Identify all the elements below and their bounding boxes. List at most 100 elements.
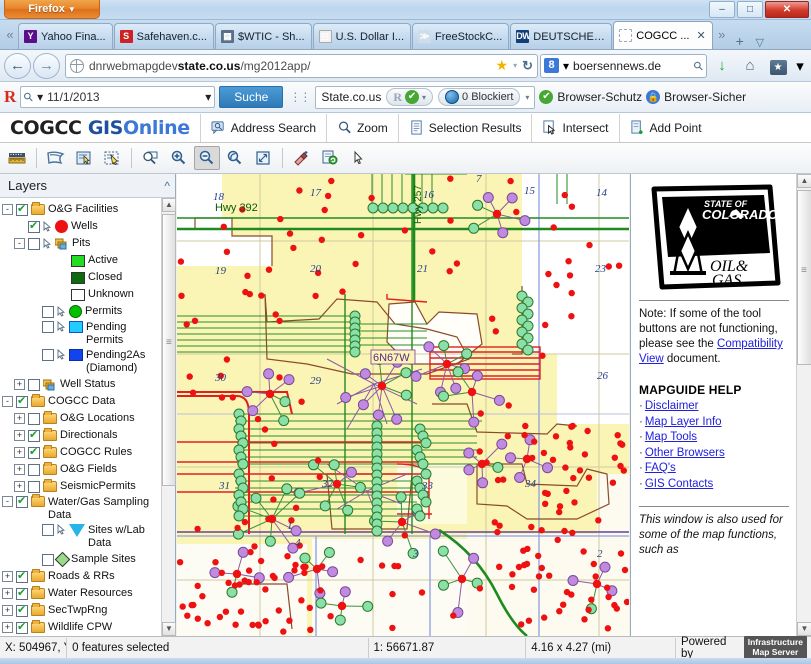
layer-node-wildlife-cpw[interactable]: +Wildlife CPW xyxy=(0,619,162,636)
scroll-down-button[interactable]: ▼ xyxy=(162,622,176,636)
layer-node-permits[interactable]: Permits xyxy=(0,303,162,320)
layer-node-seismicpermits[interactable]: +SeismicPermits xyxy=(0,478,162,495)
forward-button[interactable]: → xyxy=(33,53,60,79)
layer-visibility-checkbox[interactable] xyxy=(28,481,40,493)
tab-us-dollar-index[interactable]: ☷ U.S. Dollar I... xyxy=(313,23,411,49)
layer-node-o-g-locations[interactable]: +O&G Locations xyxy=(0,410,162,427)
tree-expander[interactable]: + xyxy=(14,430,25,441)
avira-search-input[interactable]: 11/1/2013 xyxy=(47,90,201,104)
search-icon[interactable]: ⚲ xyxy=(691,57,707,73)
layer-visibility-checkbox[interactable] xyxy=(28,379,40,391)
firefox-menu-button[interactable]: Firefox▼ xyxy=(4,0,100,19)
new-tab-button[interactable]: + xyxy=(730,33,750,49)
layer-visibility-checkbox[interactable] xyxy=(28,238,40,250)
bookmarks-caret[interactable]: ▾ xyxy=(793,57,807,75)
tab-safehaven[interactable]: S Safehaven.c... xyxy=(114,23,214,49)
layer-visibility-checkbox[interactable] xyxy=(16,204,28,216)
layer-node-sites-w-lab-data[interactable]: Sites w/Lab Data xyxy=(0,523,162,551)
layer-visibility-checkbox[interactable] xyxy=(42,321,54,333)
zoom-in-tool-button[interactable] xyxy=(166,146,192,170)
help-link-disclaimer[interactable]: Disclaimer xyxy=(645,400,699,412)
site-rating-pill[interactable]: R ✔ ▾ xyxy=(386,88,433,106)
buffer-tool-button[interactable] xyxy=(43,146,69,170)
layer-node-water-gas-sampling-data[interactable]: -Water/Gas Sampling Data xyxy=(0,495,162,523)
tree-expander[interactable]: + xyxy=(14,447,25,458)
layer-visibility-checkbox[interactable] xyxy=(42,524,54,536)
layer-node-sample-sites[interactable]: Sample Sites xyxy=(0,551,162,568)
home-icon[interactable]: ⌂ xyxy=(737,57,763,74)
select-within-tool-button[interactable] xyxy=(71,146,97,170)
layer-node-cogcc-rules[interactable]: +COGCC Rules xyxy=(0,444,162,461)
close-button[interactable]: ✕ xyxy=(765,1,809,18)
tabs-scroll-left-icon[interactable]: « xyxy=(2,21,18,49)
tree-expander[interactable]: + xyxy=(2,571,13,582)
avira-search-field[interactable]: ⚲ ▾ 11/1/2013 ▾ xyxy=(20,86,215,108)
tree-expander[interactable]: + xyxy=(2,588,13,599)
layer-node-pits[interactable]: -Pits xyxy=(0,235,162,252)
menu-zoom[interactable]: Zoom xyxy=(326,114,398,142)
scroll-up-button[interactable]: ▲ xyxy=(162,198,176,212)
help-link-map-layer-info[interactable]: Map Layer Info xyxy=(645,416,722,428)
help-link-other-browsers[interactable]: Other Browsers xyxy=(645,447,725,459)
menu-address-search[interactable]: Address Search xyxy=(200,114,326,142)
map-canvas[interactable]: 18 17 16 15 14 19 20 21 23 30 29 26 31 3… xyxy=(177,174,629,636)
layer-node-cogcc-data[interactable]: -COGCC Data xyxy=(0,393,162,410)
tree-expander[interactable]: + xyxy=(14,379,25,390)
chevron-down-icon[interactable]: ▾ xyxy=(37,90,43,104)
layer-node-sectwprng[interactable]: +SecTwpRng xyxy=(0,602,162,619)
tree-expander[interactable]: + xyxy=(14,413,25,424)
tab-wtic[interactable]: ▦ $WTIC - Sh... xyxy=(215,23,312,49)
select-polygon-tool-button[interactable] xyxy=(99,146,125,170)
downloads-icon[interactable]: ↓ xyxy=(709,57,735,74)
layer-node-directionals[interactable]: +Directionals xyxy=(0,427,162,444)
scrollbar-thumb[interactable] xyxy=(162,214,176,486)
layer-visibility-checkbox[interactable] xyxy=(28,447,40,459)
layer-visibility-checkbox[interactable] xyxy=(42,554,54,566)
zoom-previous-tool-button[interactable] xyxy=(222,146,248,170)
layer-visibility-checkbox[interactable] xyxy=(28,413,40,425)
layer-visibility-checkbox[interactable] xyxy=(16,588,28,600)
search-bar[interactable]: 8 ▾ boersennews.de ⚲ xyxy=(540,54,707,78)
layer-visibility-checkbox[interactable] xyxy=(28,464,40,476)
tree-expander[interactable]: + xyxy=(2,622,13,633)
back-button[interactable]: ← xyxy=(4,53,31,79)
zoom-out-tool-button[interactable] xyxy=(194,146,220,170)
zoom-extents-tool-button[interactable] xyxy=(250,146,276,170)
reload-icon[interactable]: ↻ xyxy=(522,58,533,74)
browser-security-label[interactable]: Browser-Sicher xyxy=(664,90,746,104)
measure-tool-button[interactable] xyxy=(4,146,30,170)
help-link-gis-contacts[interactable]: GIS Contacts xyxy=(645,478,713,490)
layer-visibility-checkbox[interactable] xyxy=(28,430,40,442)
scrollbar-thumb[interactable] xyxy=(797,190,811,365)
layer-node-unknown[interactable]: Unknown xyxy=(0,286,162,303)
chevron-down-icon[interactable]: ▾ xyxy=(513,61,517,70)
menu-add-point[interactable]: Add Point xyxy=(619,114,712,142)
scroll-down-button[interactable]: ▼ xyxy=(797,622,811,636)
layer-node-o-g-fields[interactable]: +O&G Fields xyxy=(0,461,162,478)
layers-scrollbar[interactable]: ▲ ▼ xyxy=(161,198,175,636)
layer-node-pending-permits[interactable]: Pending Permits xyxy=(0,320,162,348)
bookmarks-menu-button[interactable]: ★ xyxy=(765,57,791,75)
menu-selection-results[interactable]: Selection Results xyxy=(398,114,532,142)
layer-node-well-status[interactable]: +Well Status xyxy=(0,376,162,393)
tree-expander[interactable]: - xyxy=(2,496,13,507)
refresh-map-tool-button[interactable] xyxy=(317,146,343,170)
layer-node-pending2as-diamond[interactable]: Pending2As (Diamond) xyxy=(0,348,162,376)
tab-cogcc[interactable]: COGCC ... ✕ xyxy=(613,21,712,49)
layer-visibility-checkbox[interactable] xyxy=(16,396,28,408)
minimize-button[interactable]: – xyxy=(709,1,735,18)
tab-freestockcharts[interactable]: ≫ FreeStockC... xyxy=(412,23,509,49)
bookmark-star-icon[interactable]: ★ xyxy=(496,57,509,74)
menu-intersect[interactable]: Intersect xyxy=(531,114,618,142)
tree-expander[interactable]: + xyxy=(14,464,25,475)
chevron-down-icon[interactable]: ▾ xyxy=(422,93,426,102)
collapse-panel-icon[interactable]: ^ xyxy=(164,179,170,193)
layer-node-closed[interactable]: Closed xyxy=(0,269,162,286)
layer-visibility-checkbox[interactable] xyxy=(16,571,28,583)
help-link-faqs[interactable]: FAQ's xyxy=(645,462,676,474)
layer-visibility-checkbox[interactable] xyxy=(28,221,40,233)
browser-protection-label[interactable]: Browser-Schutz xyxy=(557,90,642,104)
chevron-down-icon[interactable]: ▾ xyxy=(205,90,211,104)
help-link-map-tools[interactable]: Map Tools xyxy=(645,431,697,443)
tree-expander[interactable]: - xyxy=(2,204,13,215)
